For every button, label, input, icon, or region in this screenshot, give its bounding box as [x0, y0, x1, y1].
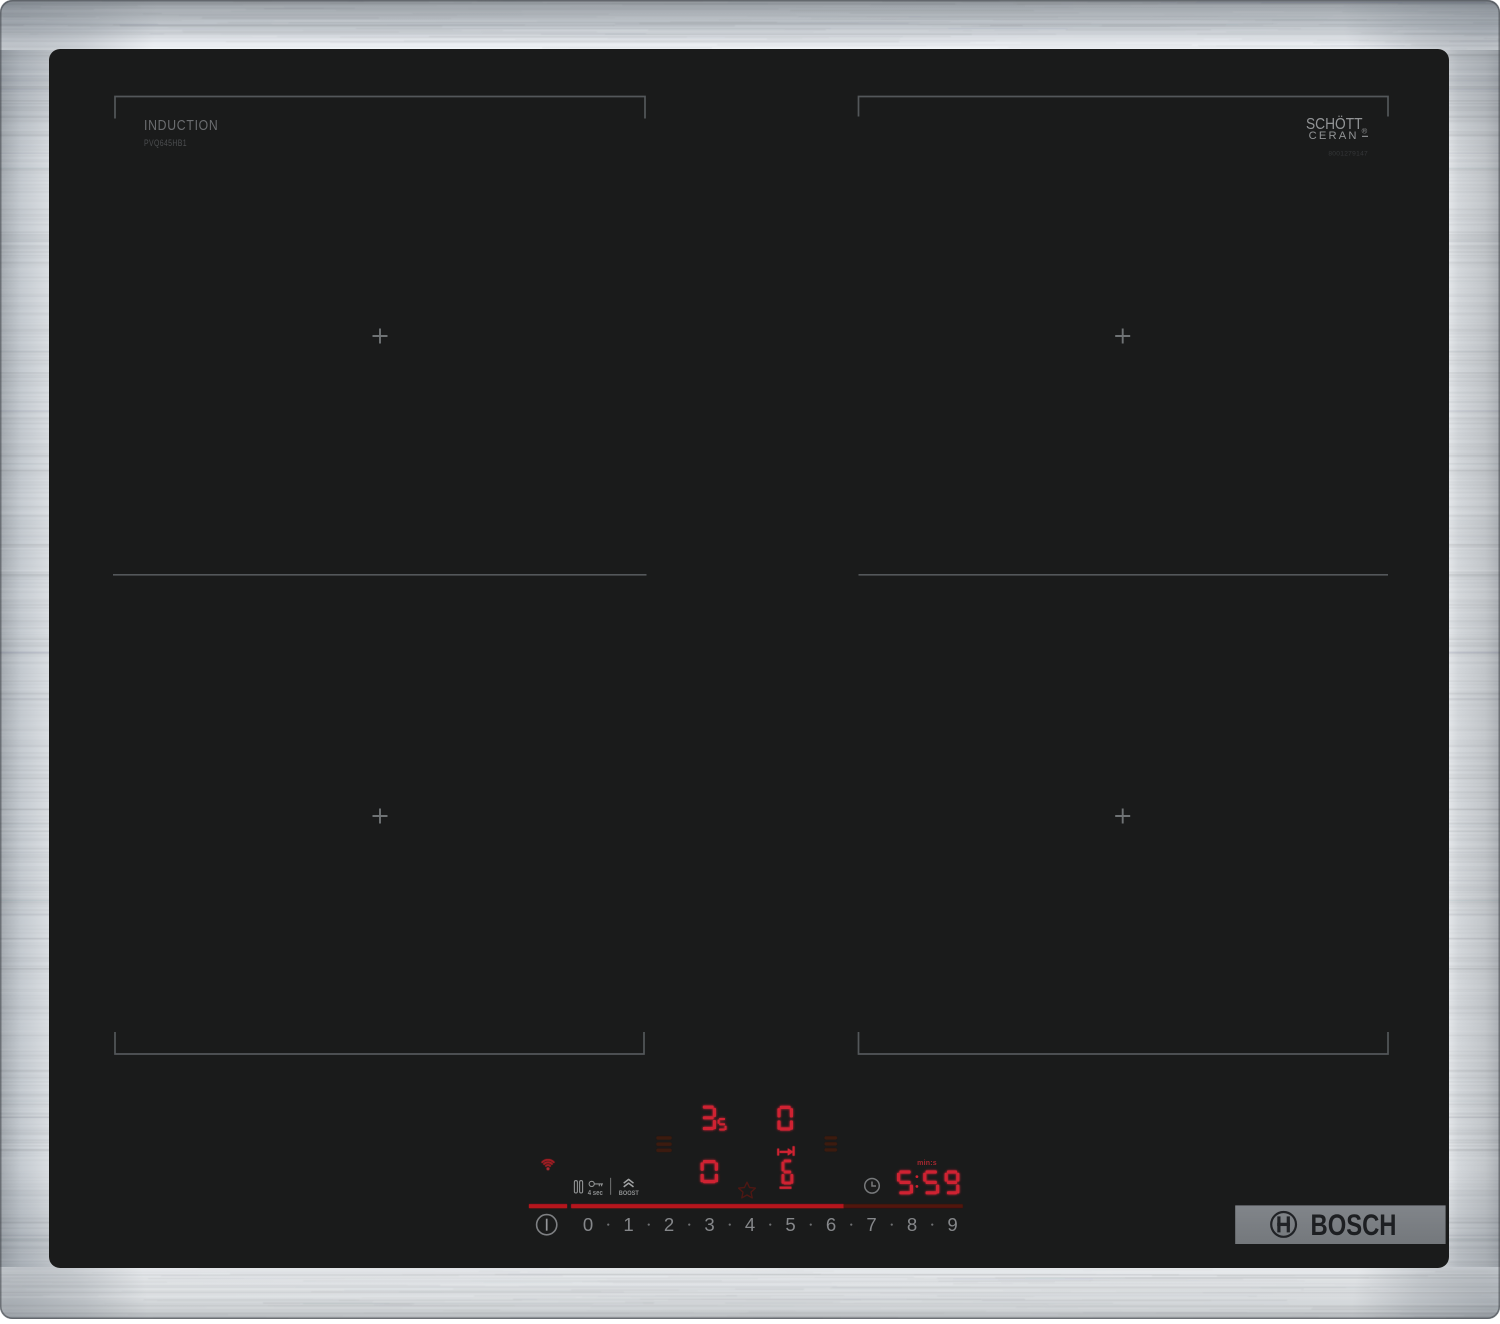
svg-text:BOSCH: BOSCH: [1311, 1209, 1397, 1242]
svg-text:1: 1: [623, 1214, 633, 1235]
svg-text:7: 7: [866, 1214, 876, 1235]
svg-text:8001279147: 8001279147: [1328, 151, 1368, 158]
svg-text:6: 6: [826, 1214, 836, 1235]
svg-text:9: 9: [947, 1214, 957, 1235]
svg-text:min:s: min:s: [917, 1160, 937, 1167]
svg-text:4: 4: [745, 1214, 755, 1235]
svg-text:®: ®: [1362, 127, 1368, 136]
svg-text:3: 3: [704, 1214, 714, 1235]
svg-text:PVQ645HB1: PVQ645HB1: [144, 138, 187, 148]
svg-text:5: 5: [785, 1214, 795, 1235]
svg-text:BOOST: BOOST: [619, 1190, 639, 1197]
svg-text:2: 2: [664, 1214, 674, 1235]
svg-text:CERAN: CERAN: [1309, 130, 1359, 142]
svg-text:0: 0: [583, 1214, 593, 1235]
svg-text:4 sec: 4 sec: [588, 1190, 603, 1197]
svg-text:8: 8: [907, 1214, 917, 1235]
svg-text:INDUCTION: INDUCTION: [144, 117, 219, 134]
